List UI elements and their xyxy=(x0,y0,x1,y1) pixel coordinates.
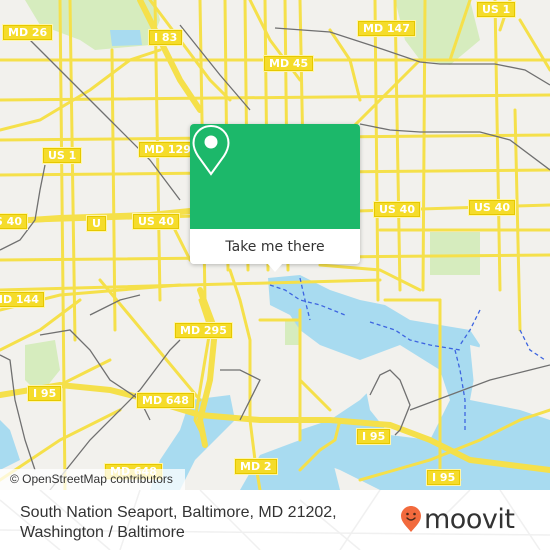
road-label: I 83 xyxy=(148,29,184,46)
popup-pointer xyxy=(267,263,283,272)
park-patterson xyxy=(430,232,480,275)
rail-line xyxy=(39,329,151,421)
take-me-there-button[interactable]: Take me there xyxy=(190,229,360,264)
road-label: U xyxy=(86,215,107,232)
popup-header xyxy=(190,124,360,229)
map-view[interactable]: MD 26 I 83 MD 147 US 1 MD 45 US 1 MD 129… xyxy=(0,0,550,490)
road-label: I 95 xyxy=(356,428,392,445)
road-label: MD 648 xyxy=(136,392,195,409)
west-water xyxy=(0,420,20,470)
location-popup: Take me there xyxy=(190,124,360,272)
location-address: South Nation Seaport, Baltimore, MD 2120… xyxy=(20,503,337,543)
road-label: I 95 xyxy=(27,385,63,402)
ferry-route xyxy=(519,329,546,361)
rail-line xyxy=(0,164,46,251)
road-label: US 40 xyxy=(468,199,516,216)
lake-druid xyxy=(110,30,142,46)
road-label: US 40 xyxy=(0,213,28,230)
moovit-logo[interactable]: moovit xyxy=(400,502,515,536)
footer: South Nation Seaport, Baltimore, MD 2120… xyxy=(0,490,550,550)
address-line-1: South Nation Seaport, Baltimore, MD 2120… xyxy=(20,504,337,521)
road-label: MD 147 xyxy=(357,20,416,37)
rail-line xyxy=(359,123,550,171)
road-label: MD 295 xyxy=(174,322,233,339)
road-label: US 40 xyxy=(373,201,421,218)
road-label: MD 129 xyxy=(138,141,197,158)
road-label: MD 2 xyxy=(234,458,278,475)
address-line-2: Washington / Baltimore xyxy=(20,524,185,541)
road-label: US 1 xyxy=(42,147,83,164)
moovit-wordmark: moovit xyxy=(424,503,515,535)
road-label: US 1 xyxy=(476,1,517,18)
map-pin-icon xyxy=(192,124,230,176)
road-label: US 40 xyxy=(132,213,180,230)
map-attribution[interactable]: © OpenStreetMap contributors xyxy=(0,469,185,490)
moovit-pin-icon xyxy=(401,506,421,532)
road-label: MD 45 xyxy=(263,55,315,72)
road-label: I 95 xyxy=(426,469,462,486)
road-label: MD 26 xyxy=(2,24,54,41)
road-label: MD 144 xyxy=(0,291,45,308)
